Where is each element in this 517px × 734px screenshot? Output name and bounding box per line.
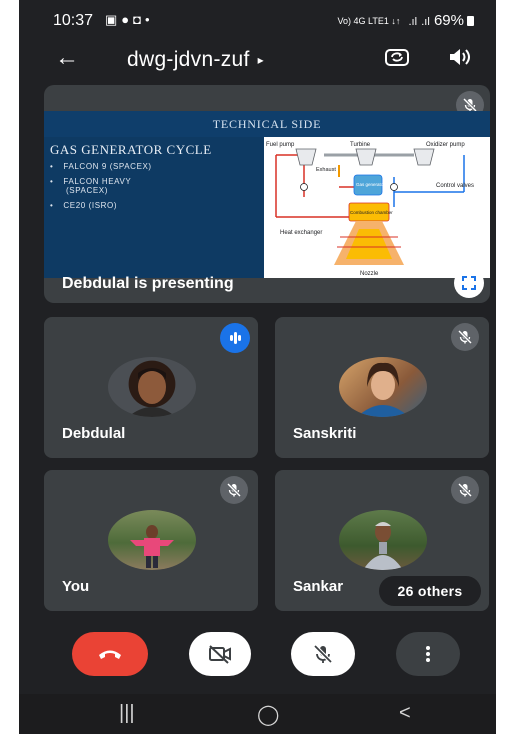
muted-badge (220, 476, 248, 504)
participant-name: Sanskriti (293, 425, 357, 442)
participant-tile[interactable]: Sanskriti (275, 317, 489, 458)
diagram-label: Combustion chamber (350, 210, 393, 215)
system-nav-bar: ||| ◯ < (19, 694, 496, 734)
participant-tile[interactable]: You (44, 470, 258, 611)
meeting-code-text: dwg-jdvn-zuf (127, 48, 250, 71)
status-right: Vo) 4G LTE1 ↓↑ .ıl .ıl 69% (337, 12, 474, 29)
mic-off-icon (457, 329, 473, 345)
slide-bullet-list: • FALCON 9 (SPACEX) • FALCON HEAVY (SPACEX… (50, 162, 152, 216)
call-controls (19, 622, 496, 692)
signal-icon: .ıl (408, 16, 418, 28)
mic-off-icon (313, 644, 333, 664)
participant-tile[interactable]: Debdulal (44, 317, 258, 458)
slide-text-panel: GAS GENERATOR CYCLE • FALCON 9 (SPACEX) •… (44, 137, 264, 278)
nav-back-button[interactable]: < (399, 702, 411, 725)
gallery-icon: ▣ (105, 12, 122, 27)
more-options-icon (426, 646, 430, 662)
mic-off-icon (457, 482, 473, 498)
participant-tile[interactable]: Sankar 26 others (275, 470, 489, 611)
fullscreen-button[interactable] (454, 268, 484, 298)
end-call-button[interactable] (72, 632, 148, 676)
end-call-icon (99, 650, 121, 659)
switch-camera-icon[interactable] (384, 46, 410, 68)
mic-toggle-button[interactable] (291, 632, 355, 676)
avatar (108, 510, 196, 570)
diagram-label: Turbine (350, 142, 371, 148)
caret-right-icon: ▸ (257, 53, 264, 68)
mic-off-icon (226, 482, 242, 498)
slide-bullet: • FALCON HEAVY (50, 177, 132, 186)
slide-diagram-panel: Fuel pump Turbine Oxidizer pump Exhaust … (264, 137, 490, 278)
presentation-tile[interactable]: TECHNICAL SIDE GAS GENERATOR CYCLE • FALC… (44, 85, 490, 303)
diagram-label: Gas generator (356, 182, 385, 187)
presenter-label: Debdulal is presenting (62, 275, 234, 292)
diagram-label: Control valves (436, 183, 474, 189)
home-button[interactable]: ◯ (257, 702, 279, 727)
camera-off-icon (209, 645, 231, 664)
chat-bubble-icon: ● (121, 12, 134, 27)
back-arrow-icon[interactable]: ← (55, 44, 79, 72)
slide-title: TECHNICAL SIDE (212, 117, 322, 131)
muted-badge (451, 323, 479, 351)
participant-name: Sankar (293, 578, 344, 595)
speaker-icon[interactable] (447, 46, 471, 68)
slide-bullet-continued: (SPACEX) (66, 186, 108, 195)
diagram-label: Nozzle (360, 271, 379, 277)
diagram-label: Oxidizer pump (426, 142, 465, 148)
diagram-label: Fuel pump (266, 142, 295, 148)
slide-bullet: • CE20 (ISRO) (50, 201, 118, 210)
fullscreen-icon (462, 276, 476, 290)
shared-slide: TECHNICAL SIDE GAS GENERATOR CYCLE • FALC… (44, 111, 490, 278)
diagram-label: Exhaust (316, 167, 336, 173)
battery-icon (467, 16, 474, 27)
participant-name: Debdulal (62, 425, 126, 442)
status-bar: 10:37 ▣●◘• Vo) 4G LTE1 ↓↑ .ıl .ıl 69% (19, 0, 496, 38)
screen-record-icon: ◘ (133, 12, 146, 27)
battery-percent: 69% (433, 12, 464, 29)
speaking-indicator-icon (220, 323, 250, 353)
others-count-button[interactable]: 26 others (379, 576, 481, 606)
diagram-label: Heat exchanger (280, 230, 322, 236)
dot-icon: • (145, 12, 154, 27)
more-options-button[interactable] (396, 632, 460, 676)
notification-icons: ▣●◘• (105, 12, 154, 28)
gas-generator-diagram: Fuel pump Turbine Oxidizer pump Exhaust … (266, 142, 474, 277)
meeting-top-bar: ← dwg-jdvn-zuf ▸ (19, 40, 496, 80)
recents-button[interactable]: ||| (119, 702, 135, 725)
avatar (339, 357, 427, 417)
participant-name: You (62, 578, 90, 595)
status-time: 10:37 (53, 12, 94, 29)
avatar (339, 510, 427, 570)
slide-heading: GAS GENERATOR CYCLE (50, 142, 212, 157)
signal-icon: .ıl (421, 16, 430, 28)
camera-toggle-button[interactable] (189, 632, 251, 676)
network-type: Vo) 4G LTE1 ↓↑ (337, 16, 401, 27)
muted-badge (451, 476, 479, 504)
meet-app-screen: 10:37 ▣●◘• Vo) 4G LTE1 ↓↑ .ıl .ıl 69% ← … (19, 0, 496, 734)
meeting-code[interactable]: dwg-jdvn-zuf ▸ (127, 48, 264, 72)
avatar (108, 357, 196, 417)
slide-bullet: • FALCON 9 (SPACEX) (50, 162, 152, 171)
